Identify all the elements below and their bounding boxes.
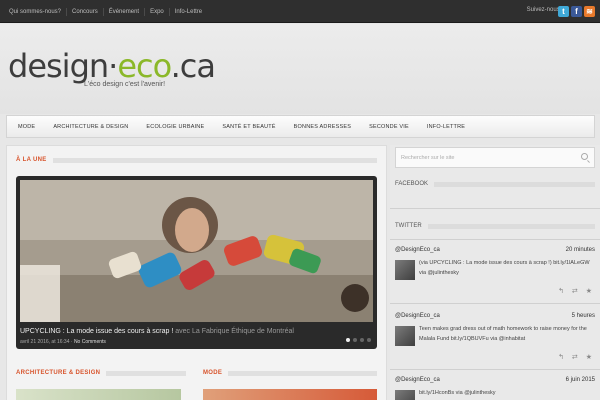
tweet-user[interactable]: @DesignEco_ca	[395, 377, 440, 383]
search-input[interactable]: Rechercher sur le site	[401, 155, 455, 161]
top-nav: Qui sommes-nous? Concours Événement Expo…	[4, 0, 207, 23]
architecture-heading: Architecture & Design	[16, 370, 186, 376]
slide-comments-link[interactable]: No Comments	[74, 339, 106, 345]
menu-item-info-lettre[interactable]: Info-Lettre	[418, 124, 474, 130]
top-link-about[interactable]: Qui sommes-nous?	[4, 7, 68, 16]
tweet-user[interactable]: @DesignEco_ca	[395, 313, 440, 319]
menu-item-seconde-vie[interactable]: Seconde vie	[360, 124, 418, 130]
featured-slider[interactable]: UPCYCLING : La mode issue des cours à sc…	[16, 176, 377, 349]
avatar[interactable]	[395, 326, 415, 346]
facebook-icon[interactable]: f	[571, 6, 582, 17]
top-link-expo[interactable]: Expo	[145, 7, 170, 16]
menu-item-ecologie[interactable]: Ecologie urbaine	[137, 124, 213, 130]
sidebar: Rechercher sur le site Facebook Twitter …	[390, 145, 600, 400]
tweet: @DesignEco_ca 6 juin 2015 bit.ly/1HconBs…	[395, 377, 595, 400]
avatar[interactable]	[395, 390, 415, 400]
slide-image[interactable]	[20, 180, 373, 322]
tweet: @DesignEco_ca 20 minutes (via UPCYCLING …	[395, 247, 595, 303]
menu-item-mode[interactable]: Mode	[7, 124, 44, 130]
avatar[interactable]	[395, 260, 415, 280]
tweet-actions[interactable]: ↰ ⇄ ★	[558, 287, 595, 295]
twitter-widget-title: Twitter	[395, 223, 595, 229]
facebook-widget-title: Facebook	[395, 181, 595, 187]
tweet: @DesignEco_ca 5 heures Teen makes grad d…	[395, 313, 595, 369]
divider	[390, 369, 600, 370]
top-link-contest[interactable]: Concours	[67, 7, 104, 16]
tweet-time[interactable]: 5 heures	[572, 313, 595, 319]
slider-dot[interactable]	[360, 338, 364, 342]
slider-dot[interactable]	[353, 338, 357, 342]
mode-heading: Mode	[203, 370, 377, 376]
tweet-time[interactable]: 20 minutes	[566, 247, 595, 253]
search-box[interactable]: Rechercher sur le site	[395, 147, 595, 168]
slide-meta: avril 21 2016, at 16:34 · No Comments	[20, 339, 106, 345]
main-menu: Mode Architecture & Design Ecologie urba…	[6, 115, 595, 138]
slide-title[interactable]: UPCYCLING : La mode issue des cours à sc…	[20, 328, 173, 335]
divider	[390, 239, 600, 240]
slide-photo	[20, 180, 373, 322]
slide-caption[interactable]: UPCYCLING : La mode issue des cours à sc…	[20, 328, 294, 335]
slider-dot[interactable]	[367, 338, 371, 342]
top-bar: Qui sommes-nous? Concours Événement Expo…	[0, 0, 600, 23]
top-link-newsletter[interactable]: Info-Lettre	[170, 8, 207, 16]
tweet-actions[interactable]: ↰ ⇄ ★	[558, 353, 595, 361]
rss-icon[interactable]: ≋	[584, 6, 595, 17]
divider	[390, 208, 600, 209]
menu-item-sante[interactable]: Santé et beauté	[213, 124, 284, 130]
tweet-text: (via UPCYCLING : La mode issue des cours…	[419, 260, 590, 276]
twitter-icon[interactable]: t	[558, 6, 569, 17]
tweet-user[interactable]: @DesignEco_ca	[395, 247, 440, 253]
top-link-event[interactable]: Événement	[104, 7, 146, 16]
tweet-text: Teen makes grad dress out of math homewo…	[419, 326, 587, 342]
search-icon[interactable]	[581, 153, 588, 160]
site-logo[interactable]: design·eco.ca	[8, 48, 216, 84]
main-content: À la une UPCYCLING : La mode issue des c…	[6, 145, 387, 400]
mode-thumbnail[interactable]	[203, 389, 377, 400]
architecture-thumbnail[interactable]	[16, 389, 181, 400]
divider	[390, 303, 600, 304]
slide-title-extra: avec La Fabrique Éthique de Montréal	[173, 328, 294, 335]
tagline: L'éco design c'est l'avenir!	[84, 81, 166, 88]
tweet-text: bit.ly/1HconBs via @julinthesky	[419, 390, 496, 396]
menu-item-architecture[interactable]: Architecture & Design	[44, 124, 137, 130]
site-header: design·eco.ca L'éco design c'est l'aveni…	[0, 24, 600, 114]
menu-item-adresses[interactable]: Bonnes adresses	[285, 124, 360, 130]
tweet-time[interactable]: 6 juin 2015	[566, 377, 595, 383]
slider-pager	[346, 338, 371, 342]
slider-dot[interactable]	[346, 338, 350, 342]
slide-date: avril 21 2016, at 16:34	[20, 339, 70, 345]
featured-heading: À la une	[16, 157, 377, 163]
